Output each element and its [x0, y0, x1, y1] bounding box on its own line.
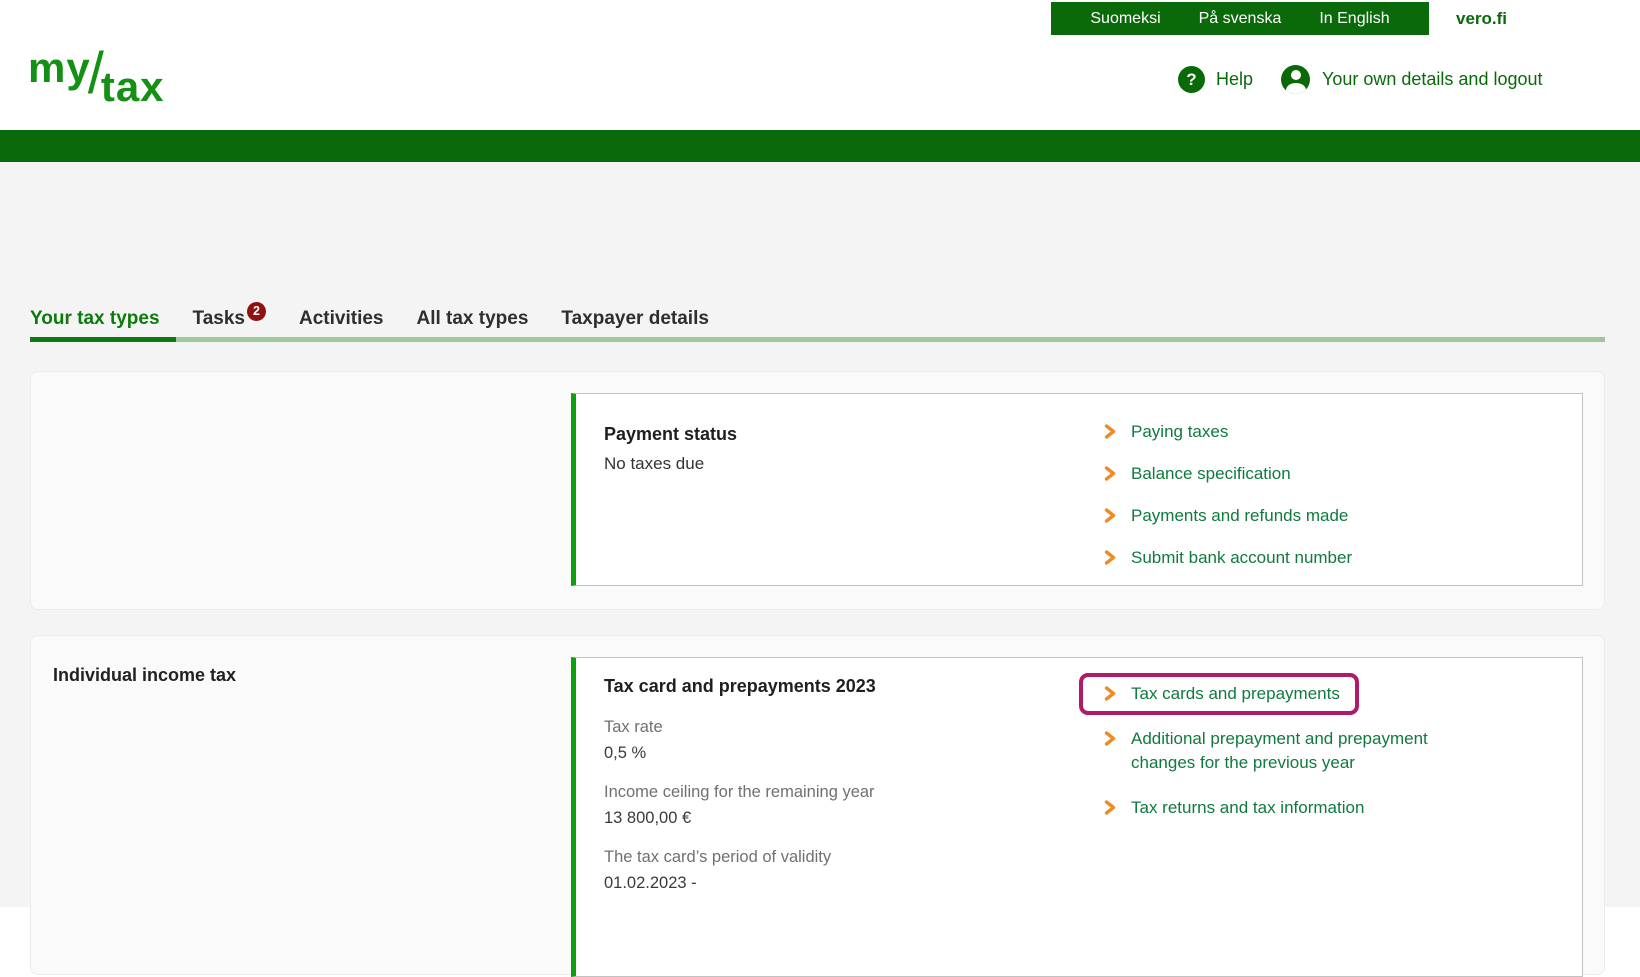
card-label: Individual income tax	[53, 665, 236, 686]
payment-status-card: Payment status No taxes due Paying taxes…	[30, 371, 1605, 610]
help-label: Help	[1216, 69, 1253, 90]
link-submit-bank-account[interactable]: Submit bank account number	[1104, 546, 1482, 570]
account-label: Your own details and logout	[1322, 69, 1543, 90]
chevron-right-icon	[1104, 727, 1118, 751]
chevron-right-icon	[1104, 462, 1118, 486]
tab-your-tax-types[interactable]: Your tax types	[30, 308, 160, 330]
chevron-right-icon	[1104, 504, 1118, 528]
chevron-right-icon	[1104, 420, 1118, 444]
main-nav-bar	[0, 130, 1640, 162]
link-list: Tax cards and prepayments Additional pre…	[1104, 682, 1482, 820]
active-tab-underline	[30, 337, 176, 342]
tab-all-tax-types[interactable]: All tax types	[416, 308, 528, 330]
link-tax-returns-info[interactable]: Tax returns and tax information	[1104, 796, 1482, 820]
link-list: Paying taxes Balance specification Payme…	[1104, 420, 1482, 570]
tab-tasks[interactable]: Tasks2	[193, 308, 266, 330]
tasks-badge: 2	[247, 302, 266, 321]
lang-pa-svenska[interactable]: På svenska	[1199, 10, 1282, 28]
field-validity-period: The tax card’s period of validity 01.02.…	[604, 846, 875, 894]
chevron-right-icon	[1104, 546, 1118, 570]
field-list: Tax rate 0,5 % Income ceiling for the re…	[604, 716, 875, 894]
vero-fi-link[interactable]: vero.fi	[1456, 9, 1507, 29]
logo-text-tax: tax	[101, 65, 165, 109]
link-paying-taxes[interactable]: Paying taxes	[1104, 420, 1482, 444]
status-text: No taxes due	[604, 454, 704, 474]
mytax-logo[interactable]: my / tax	[28, 46, 165, 94]
payment-status-panel: Payment status No taxes due Paying taxes…	[571, 393, 1583, 586]
chevron-right-icon	[1104, 682, 1118, 706]
tax-card-panel: Tax card and prepayments 2023 Tax rate 0…	[571, 657, 1583, 977]
tab-activities[interactable]: Activities	[299, 308, 383, 330]
logo-text-my: my	[28, 46, 91, 90]
lang-in-english[interactable]: In English	[1319, 10, 1389, 28]
panel-title: Tax card and prepayments 2023	[604, 676, 876, 697]
account-logout-button[interactable]: Your own details and logout	[1281, 65, 1543, 94]
help-button[interactable]: ? Help	[1178, 66, 1253, 93]
link-balance-specification[interactable]: Balance specification	[1104, 462, 1482, 486]
tab-underline	[30, 337, 1605, 342]
tab-taxpayer-details[interactable]: Taxpayer details	[561, 308, 709, 330]
individual-income-tax-card: Individual income tax Tax card and prepa…	[30, 635, 1605, 975]
field-tax-rate: Tax rate 0,5 %	[604, 716, 875, 764]
highlight-box: Tax cards and prepayments	[1079, 673, 1359, 715]
field-income-ceiling: Income ceiling for the remaining year 13…	[604, 781, 875, 829]
language-bar: Suomeksi På svenska In English	[1051, 2, 1429, 35]
tab-bar: Your tax types Tasks2 Activities All tax…	[30, 308, 709, 330]
lang-suomeksi[interactable]: Suomeksi	[1090, 10, 1160, 28]
link-additional-prepayment[interactable]: Additional prepayment and prepayment cha…	[1104, 727, 1482, 775]
person-icon	[1281, 65, 1310, 94]
chevron-right-icon	[1104, 796, 1118, 820]
question-mark-icon: ?	[1178, 66, 1205, 93]
link-payments-refunds[interactable]: Payments and refunds made	[1104, 504, 1482, 528]
link-tax-cards-prepayments[interactable]: Tax cards and prepayments	[1104, 682, 1340, 706]
panel-title: Payment status	[604, 424, 737, 445]
